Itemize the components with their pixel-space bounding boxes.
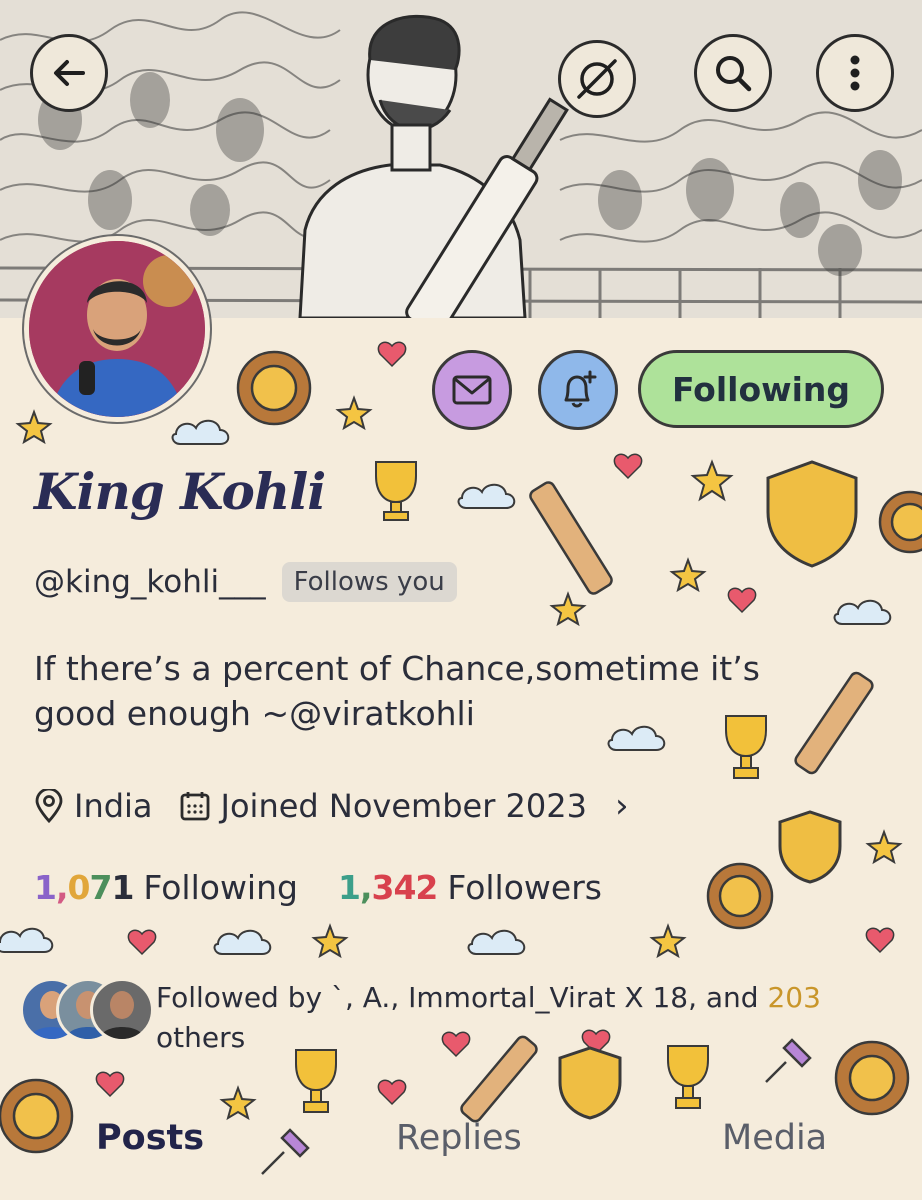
follow-stats: 1,071 Following 1,342 Followers <box>34 868 642 907</box>
mutual-avatar <box>90 978 154 1042</box>
notifications-button[interactable] <box>538 350 618 430</box>
more-button[interactable] <box>816 34 894 112</box>
followed-by-count: 203 <box>767 981 821 1014</box>
location-item: India <box>34 787 153 825</box>
bell-plus-icon <box>564 370 597 408</box>
followers-count-digit: 1 <box>337 868 361 907</box>
more-vertical-icon <box>850 55 860 91</box>
location-pin-icon <box>35 789 63 823</box>
search-button[interactable] <box>694 34 772 112</box>
envelope-icon <box>452 375 492 405</box>
followers-count[interactable]: 1,342 <box>337 868 438 907</box>
slash-circle-icon <box>577 59 617 99</box>
handle-row: @king_kohli___ Follows you <box>34 562 457 602</box>
profile-avatar[interactable] <box>24 236 210 422</box>
grok-button[interactable] <box>558 40 636 118</box>
profile-page: Following King Kohli @king_kohli___ Foll… <box>0 0 922 1200</box>
following-count[interactable]: 1,071 <box>34 868 134 907</box>
avatar-illustration <box>29 241 205 417</box>
followed-by-text: Followed by `, A., Immortal_Virat X 18, … <box>156 978 876 1058</box>
followed-by-row[interactable]: Followed by `, A., Immortal_Virat X 18, … <box>20 978 876 1058</box>
tab-posts[interactable]: Posts <box>96 1118 204 1158</box>
followed-by-names: Followed by `, A., Immortal_Virat X 18, … <box>156 981 768 1014</box>
display-name: King Kohli <box>34 462 326 521</box>
chevron-right-icon: › <box>614 786 629 826</box>
message-button[interactable] <box>432 350 512 430</box>
following-label[interactable]: Following <box>143 868 298 907</box>
mutual-avatars <box>20 978 154 1044</box>
profile-tabs: Posts Replies Media <box>0 1118 922 1188</box>
followers-count-digit: 3 <box>371 868 394 907</box>
followed-by-others: others <box>156 1021 246 1054</box>
following-count-digit: 1 <box>34 868 57 907</box>
following-button[interactable]: Following <box>638 350 884 428</box>
location-text: India <box>74 787 153 825</box>
follows-you-badge: Follows you <box>281 562 457 602</box>
joined-text: Joined November 2023 <box>220 787 587 825</box>
following-count-digit: 7 <box>89 868 112 907</box>
followers-count-digit: 4 <box>393 868 416 907</box>
calendar-icon <box>180 792 209 821</box>
tab-media[interactable]: Media <box>722 1118 827 1158</box>
following-count-digit: 1 <box>111 868 134 907</box>
arrow-left-icon <box>54 60 85 86</box>
search-icon <box>716 56 752 92</box>
joined-item[interactable]: Joined November 2023 › <box>179 786 629 826</box>
profile-bio: If there’s a percent of Chance,sometime … <box>34 649 760 733</box>
following-count-digit: 0 <box>67 868 91 907</box>
followers-count-digit: 2 <box>415 868 438 907</box>
username-handle: @king_kohli___ <box>34 564 266 600</box>
tab-replies[interactable]: Replies <box>396 1118 522 1158</box>
profile-meta: India Joined November 2023 › <box>34 786 655 826</box>
followers-label[interactable]: Followers <box>447 868 602 907</box>
following-count-digit: , <box>55 868 69 907</box>
back-button[interactable] <box>30 34 108 112</box>
followers-count-digit: , <box>359 868 373 907</box>
